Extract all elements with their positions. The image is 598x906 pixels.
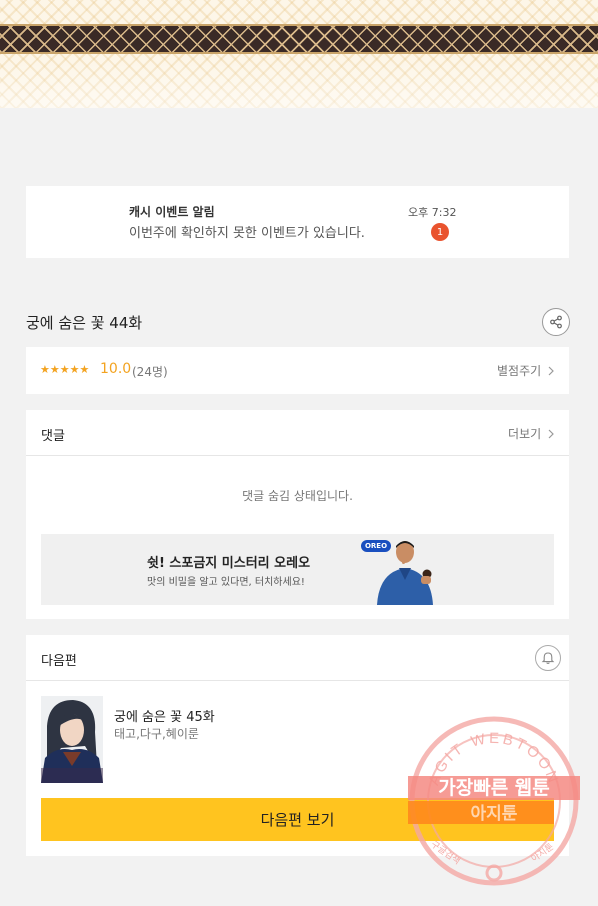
comments-card: 댓글 더보기 댓글 숨김 상태입니다. 쉿! 스포금지 미스터리 오레오 맛의 …	[26, 410, 569, 619]
share-button[interactable]	[542, 308, 570, 336]
next-episode-card: 다음편 궁에 숨은 꽃 45화 태고,다구,혜이룬 다음편 보기	[26, 635, 569, 856]
rating-card: ★★★★★ 10.0 (24명) 별점주기	[26, 347, 569, 394]
next-episode-title: 궁에 숨은 꽃 45화	[114, 710, 215, 725]
comments-more-label: 더보기	[508, 427, 542, 441]
header-banner	[0, 0, 598, 108]
comments-title: 댓글	[41, 429, 65, 444]
ad-banner[interactable]: 쉿! 스포금지 미스터리 오레오 맛의 비밀을 알고 있다면, 터치하세요! O…	[41, 534, 554, 605]
bell-icon	[541, 652, 555, 664]
rating-vote-count: (24명)	[132, 365, 168, 379]
comments-more-link[interactable]: 더보기	[508, 425, 555, 442]
notification-title: 캐시 이벤트 알림	[129, 205, 215, 219]
next-episode-header: 다음편	[26, 635, 569, 681]
next-episode-authors: 태고,다구,혜이룬	[114, 727, 199, 741]
notification-badge: 1	[431, 223, 449, 241]
ad-subline: 맛의 비밀을 알고 있다면, 터치하세요!	[147, 577, 305, 588]
notification-time: 오후 7:32	[408, 206, 457, 219]
chevron-right-icon	[548, 366, 554, 376]
next-episode-section-title: 다음편	[41, 654, 77, 669]
comments-hidden-message: 댓글 숨김 상태입니다.	[242, 489, 353, 503]
notification-message: 이번주에 확인하지 못한 이벤트가 있습니다.	[129, 226, 365, 241]
episode-title: 궁에 숨은 꽃 44화	[26, 314, 143, 332]
comments-header: 댓글 더보기	[26, 410, 569, 456]
ad-person-image	[377, 541, 433, 605]
ad-headline: 쉿! 스포금지 미스터리 오레오	[147, 556, 311, 571]
star-rating-icons: ★★★★★	[40, 363, 90, 376]
rate-button[interactable]: 별점주기	[497, 362, 555, 379]
notify-button[interactable]	[535, 645, 561, 671]
share-icon	[550, 315, 562, 329]
character-portrait-image	[41, 696, 103, 783]
rating-score: 10.0	[100, 361, 132, 377]
banner-pattern-band	[0, 24, 598, 54]
notification-card[interactable]: 캐시 이벤트 알림 이번주에 확인하지 못한 이벤트가 있습니다. 오후 7:3…	[26, 186, 569, 258]
next-episode-thumbnail[interactable]	[41, 696, 103, 783]
rate-button-label: 별점주기	[497, 364, 542, 378]
view-next-episode-button[interactable]: 다음편 보기	[41, 798, 554, 841]
chevron-right-icon	[548, 429, 554, 439]
